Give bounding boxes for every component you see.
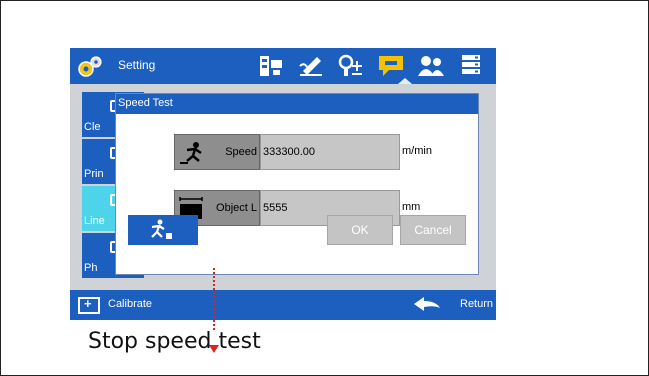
speed-field[interactable]: 333300.00 (260, 134, 400, 170)
return-label[interactable]: Return (460, 298, 493, 310)
stop-speed-test-button[interactable] (128, 215, 198, 245)
cancel-button[interactable]: Cancel (400, 215, 466, 245)
user-add-icon[interactable] (336, 52, 366, 80)
sidebar-item-label: Cle (84, 121, 101, 133)
users-icon[interactable] (416, 52, 446, 80)
edit-signature-icon[interactable] (296, 52, 326, 80)
dialog-title-bar: Speed Test (116, 94, 478, 114)
settings-panel-icon[interactable] (256, 52, 286, 80)
speed-test-dialog: Speed Test Speed 333300.00 m/min Object … (115, 93, 479, 275)
speed-label: Speed (225, 146, 257, 158)
sidebar-item-label: Ph (84, 262, 98, 274)
object-length-value: 5555 (263, 202, 288, 214)
speed-row: Speed 333300.00 m/min (174, 134, 432, 170)
dialog-title: Speed Test (118, 97, 173, 109)
speed-label-box: Speed (174, 134, 260, 170)
runner-icon (180, 142, 202, 164)
bottom-toolbar: Calibrate Return (70, 290, 496, 320)
active-tab-indicator (398, 78, 412, 84)
stop-run-icon (151, 219, 172, 239)
ok-button[interactable]: OK (327, 215, 393, 245)
return-arrow-icon[interactable] (412, 296, 442, 312)
sidebar-item-label: Prin (84, 168, 104, 180)
page-title: Setting (118, 58, 156, 72)
speed-comment-icon[interactable] (376, 52, 406, 80)
annotation-caption: Stop speed test (88, 329, 261, 354)
speed-value: 333300.00 (263, 146, 315, 158)
top-toolbar: Setting (70, 48, 496, 84)
calibrate-label[interactable]: Calibrate (108, 298, 152, 310)
object-length-label: Object L (216, 202, 257, 214)
sidebar-item-label: Line (84, 215, 105, 227)
server-list-icon[interactable] (456, 52, 486, 80)
speed-unit: m/min (402, 145, 432, 157)
calibrate-icon[interactable] (78, 296, 100, 314)
annotation-pointer-line (213, 268, 215, 330)
device-screen: Setting Cle Prin Line Ph Speed Test Spee… (70, 48, 496, 320)
gear-icon[interactable] (76, 54, 104, 80)
